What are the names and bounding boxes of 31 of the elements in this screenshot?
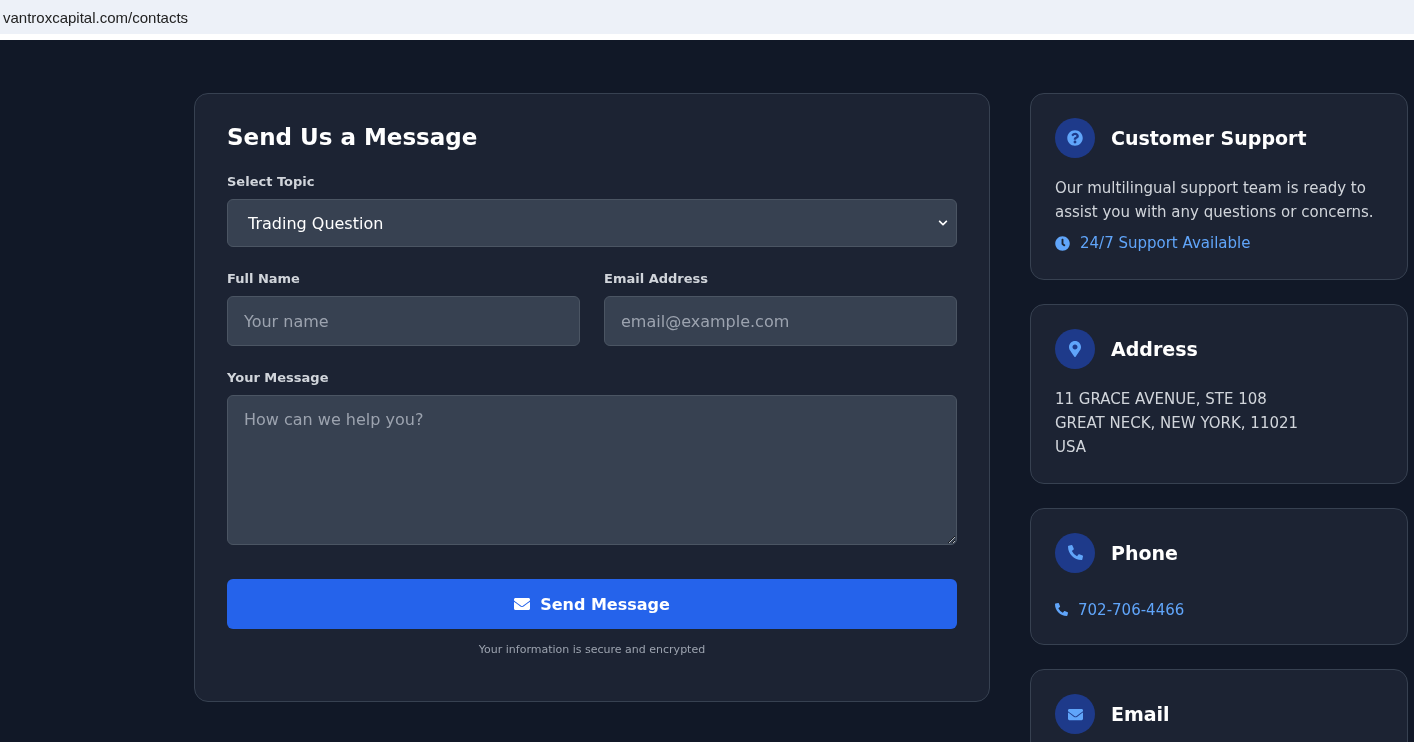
envelope-icon [514,596,531,612]
topic-select[interactable]: Trading Question [227,199,957,247]
card-text: USA [1055,436,1088,458]
send-button[interactable]: Send Message [227,579,957,629]
map-pin-icon [1067,340,1083,357]
envelope-icon [1067,706,1083,722]
form-title: Send Us a Message [227,124,479,150]
name-input[interactable]: Your name [227,296,580,346]
field-label: Select Topic [227,174,316,189]
message-textarea[interactable]: How can we help you? [227,395,957,545]
card-title: Customer Support [1111,127,1307,149]
card-title: Phone [1111,541,1178,564]
phone-icon [1055,603,1068,616]
card-title: Address [1111,337,1198,360]
field-label: Your Message [227,370,330,385]
question-icon [1067,130,1083,146]
chevron-icon [938,218,948,228]
security-note: Your information is secure and encrypted [477,643,707,656]
card-title: Email [1111,703,1170,725]
card-text: Our multilingual support team is ready to assist you with any questions or concerns. [1055,178,1375,223]
field-label: Email Address [604,271,709,286]
support-hours-link[interactable]: 24/7 Support Available [1055,234,1251,252]
email-input[interactable]: email@example.com [604,296,957,346]
phone-link[interactable]: 702-706-4466 [1055,600,1185,619]
url-text: vantroxcapital.com/contacts [3,8,189,26]
card-text: 11 GRACE AVENUE, STE 108 [1055,388,1268,410]
clock-icon [1055,235,1070,251]
field-label: Full Name [227,271,301,286]
card-text: GREAT NECK, NEW YORK, 11021 [1055,412,1300,434]
phone-icon [1067,545,1083,560]
address-bar[interactable]: vantroxcapital.com/contacts [0,0,1414,40]
